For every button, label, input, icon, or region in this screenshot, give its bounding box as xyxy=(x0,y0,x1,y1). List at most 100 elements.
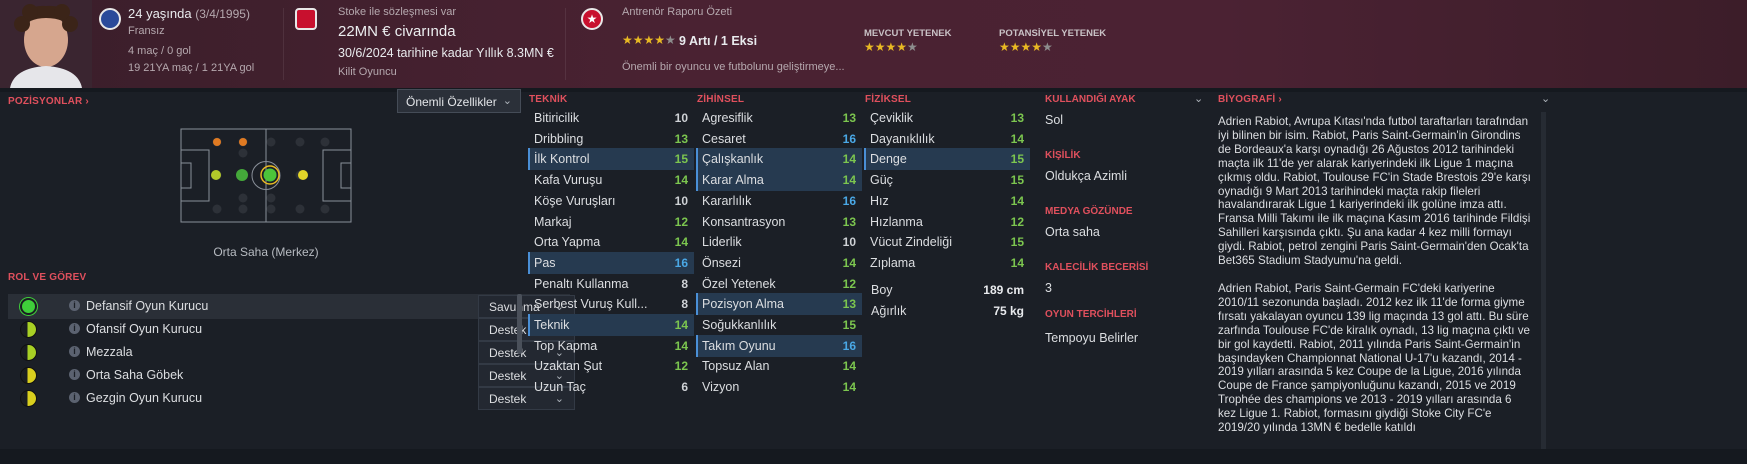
attribute-name: Önsezi xyxy=(702,255,741,270)
attribute-row[interactable]: Önsezi 14 xyxy=(696,252,862,274)
role-suitability-icon xyxy=(20,321,37,338)
attribute-name: Vücut Zindeliği xyxy=(870,235,952,250)
player-info-panel: KULLANDIĞI AYAK ⌄ Sol KİŞİLİK Oldukça Az… xyxy=(1036,92,1212,449)
pitch-diagram xyxy=(180,128,352,223)
attribute-row[interactable]: Güç 15 xyxy=(864,169,1030,191)
attribute-row[interactable]: Pozisyon Alma 13 xyxy=(696,293,862,316)
attribute-value: 14 xyxy=(842,359,856,374)
attribute-name: Orta Yapma xyxy=(534,235,601,250)
player-nationality: Fransız xyxy=(128,25,165,37)
attribute-name: Kafa Vuruşu xyxy=(534,173,603,188)
role-row[interactable]: i Gezgin Oyun Kurucu Destek ⌄ xyxy=(8,386,575,411)
media-description: Orta saha xyxy=(1045,225,1100,239)
attribute-row[interactable]: Serbest Vuruş Kull... 8 xyxy=(528,293,694,315)
attribute-row[interactable]: Konsantrasyon 13 xyxy=(696,211,862,233)
attribute-value: 14 xyxy=(674,318,688,332)
info-icon[interactable]: i xyxy=(69,392,80,403)
info-icon[interactable]: i xyxy=(69,369,80,380)
chevron-down-icon[interactable]: ⌄ xyxy=(1541,92,1550,105)
report-note[interactable]: Önemli bir oyuncu ve futbolunu geliştirm… xyxy=(622,61,845,73)
attribute-row[interactable]: Hızlanma 12 xyxy=(864,211,1030,233)
attribute-value: 8 xyxy=(681,276,688,291)
roles-scrollbar[interactable] xyxy=(517,294,522,354)
role-name: Mezzala xyxy=(86,345,133,359)
attribute-row[interactable]: Dayanıklılık 14 xyxy=(864,128,1030,150)
personality: Oldukça Azimli xyxy=(1045,169,1127,183)
attribute-name: Dribbling xyxy=(534,131,584,146)
attribute-value: 14 xyxy=(842,380,856,395)
chevron-down-icon: ⌄ xyxy=(502,95,512,107)
attribute-row[interactable]: Vücut Zindeliği 15 xyxy=(864,231,1030,253)
biography-scrollbar[interactable] xyxy=(1541,112,1546,449)
attribute-value: 13 xyxy=(674,131,688,146)
mental-attributes: Agresiflik 13 Cesaret 16 Çalışkanlık 14 Karar … xyxy=(696,107,862,464)
role-name: Defansif Oyun Kurucu xyxy=(86,299,209,313)
attribute-row[interactable]: Top Kapma 14 xyxy=(528,335,694,357)
role-row[interactable]: i Orta Saha Göbek Destek ⌄ xyxy=(8,363,575,388)
player-caps: 4 maç / 0 gol xyxy=(128,45,191,57)
attribute-row[interactable]: Hız 14 xyxy=(864,190,1030,212)
info-icon[interactable]: i xyxy=(69,300,80,311)
attribute-row[interactable]: Uzun Taç 6 xyxy=(528,376,694,398)
attribute-row[interactable]: Penaltı Kullanma 8 xyxy=(528,273,694,295)
attribute-row[interactable]: Soğukkanlılık 15 xyxy=(696,314,862,336)
attribute-row[interactable]: Liderlik 10 xyxy=(696,231,862,253)
attribute-name: Markaj xyxy=(534,214,572,229)
player-youth-caps: 19 21YA maç / 1 21YA gol xyxy=(128,62,255,74)
positions-title[interactable]: POZİSYONLAR › xyxy=(8,96,89,107)
preferred-move: Tempoyu Belirler xyxy=(1045,331,1139,345)
attribute-row[interactable]: Orta Yapma 14 xyxy=(528,231,694,253)
attribute-name: Zıplama xyxy=(870,255,916,270)
attribute-name: Güç xyxy=(870,173,893,188)
attribute-row[interactable]: Kafa Vuruşu 14 xyxy=(528,169,694,191)
contract-label: Stoke ile sözleşmesi var xyxy=(338,6,456,18)
attribute-row[interactable]: Zıplama 14 xyxy=(864,252,1030,274)
attribute-row[interactable]: Topsuz Alan 14 xyxy=(696,355,862,377)
weight-label: Ağırlık xyxy=(871,304,907,318)
roles-title: ROL VE GÖREV xyxy=(8,272,87,283)
attribute-row[interactable]: Çeviklik 13 xyxy=(864,107,1030,129)
role-row[interactable]: iOfansif Oyun KurucuDestek⌄ xyxy=(8,317,575,342)
attribute-value: 16 xyxy=(674,255,688,270)
attribute-row[interactable]: Özel Yetenek 12 xyxy=(696,273,862,295)
attribute-value: 14 xyxy=(1010,255,1024,270)
role-row[interactable]: i Mezzala Destek ⌄ xyxy=(8,340,575,365)
attribute-value: 14 xyxy=(842,152,856,167)
attribute-row[interactable]: Bitiricilik 10 xyxy=(528,107,694,129)
attributes-dropdown[interactable]: Önemli Özellikler ⌄ xyxy=(397,89,521,113)
attribute-name: Uzun Taç xyxy=(534,380,586,395)
physical-title: FİZİKSEL xyxy=(865,94,912,105)
attribute-row[interactable]: Teknik 14 xyxy=(528,314,694,336)
attribute-value: 6 xyxy=(681,380,688,395)
squad-status: Kilit Oyuncu xyxy=(338,66,397,78)
current-ability-label: MEVCUT YETENEK xyxy=(864,28,952,39)
attribute-row[interactable]: Agresiflik 13 xyxy=(696,107,862,129)
attribute-row[interactable]: Uzaktan Şut 12 xyxy=(528,355,694,377)
attribute-row[interactable]: Denge 15 xyxy=(864,148,1030,171)
biography-paragraph: Adrien Rabiot, Paris Saint-Germain FC'de… xyxy=(1218,281,1530,435)
info-icon[interactable]: i xyxy=(69,323,80,334)
attribute-name: Pozisyon Alma xyxy=(702,297,784,312)
attribute-row[interactable]: Köşe Vuruşları 10 xyxy=(528,190,694,212)
attribute-row[interactable]: Pas 16 xyxy=(528,251,694,274)
attribute-value: 12 xyxy=(674,214,688,229)
attribute-row[interactable]: Vizyon 14 xyxy=(696,376,862,398)
attribute-row[interactable]: Karar Alma 14 xyxy=(696,169,862,192)
chevron-down-icon[interactable]: ⌄ xyxy=(1194,92,1203,105)
attribute-row[interactable]: Dribbling 13 xyxy=(528,128,694,150)
attribute-row[interactable]: İlk Kontrol 15 xyxy=(528,148,694,171)
attribute-row[interactable]: Markaj 12 xyxy=(528,211,694,233)
attribute-value: 10 xyxy=(842,235,856,250)
player-value: 22MN € civarında xyxy=(338,23,456,40)
gk-skill: 3 xyxy=(1045,281,1052,295)
attribute-row[interactable]: Çalışkanlık 14 xyxy=(696,148,862,171)
attribute-name: İlk Kontrol xyxy=(534,152,590,167)
position-dot xyxy=(263,168,277,182)
biography-title[interactable]: BİYOGRAFİ › xyxy=(1218,94,1282,105)
attribute-row[interactable]: Takım Oyunu 16 xyxy=(696,334,862,357)
attribute-row[interactable]: Cesaret 16 xyxy=(696,128,862,150)
attribute-value: 13 xyxy=(842,214,856,229)
info-icon[interactable]: i xyxy=(69,346,80,357)
attribute-row[interactable]: Kararlılık 16 xyxy=(696,190,862,212)
role-row[interactable]: i Defansif Oyun Kurucu Savunma ⌄ xyxy=(8,294,575,319)
